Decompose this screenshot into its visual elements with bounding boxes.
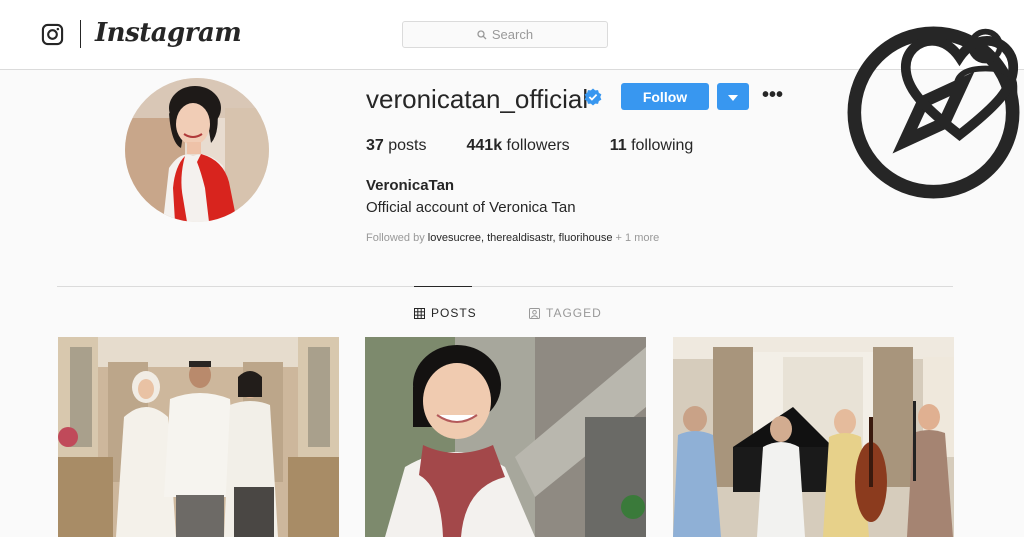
followers-stat[interactable]: 441k followers [467, 137, 570, 155]
profile-username: veronicatan_official [366, 84, 589, 114]
post-thumbnail[interactable] [58, 337, 339, 537]
follow-button[interactable]: Follow [621, 83, 709, 110]
nav-divider [80, 20, 81, 48]
suggested-dropdown-button[interactable] [717, 83, 749, 110]
instagram-logo-icon[interactable] [41, 23, 64, 46]
profile-full-name: VeronicaTan [366, 177, 455, 194]
post-thumbnail[interactable] [673, 337, 954, 537]
profile-stats: 37 posts 441k followers 11 following [366, 137, 693, 155]
profile-bio: Official account of Veronica Tan [366, 199, 576, 216]
tagged-person-icon [529, 307, 540, 319]
posts-stat: 37 posts [366, 137, 427, 154]
search-input[interactable]: Search [402, 21, 608, 48]
follower-name[interactable]: lovesucree [428, 232, 481, 244]
follower-name[interactable]: fluorihouse [559, 232, 613, 244]
tabs-divider [57, 286, 953, 287]
active-tab-indicator [414, 286, 472, 287]
search-placeholder: Search [491, 27, 534, 42]
top-nav-bar: Instagram Search [0, 0, 1024, 199]
instagram-wordmark[interactable]: Instagram [95, 18, 242, 48]
more-options-button[interactable]: ••• [762, 84, 783, 107]
follower-name[interactable]: therealdisastr [487, 232, 552, 244]
caret-down-icon [728, 95, 738, 101]
search-icon [477, 29, 487, 39]
profile-avatar[interactable] [125, 78, 269, 222]
grid-icon [414, 307, 425, 319]
following-stat[interactable]: 11 following [610, 137, 694, 155]
verified-badge-icon [584, 88, 602, 106]
followed-by-text[interactable]: Followed by lovesucree, therealdisastr, … [366, 232, 659, 244]
post-thumbnail[interactable] [365, 337, 646, 537]
tab-posts[interactable]: POSTS [414, 306, 477, 320]
profile-person-icon[interactable] [947, 22, 1024, 99]
tab-tagged[interactable]: TAGGED [529, 306, 602, 320]
